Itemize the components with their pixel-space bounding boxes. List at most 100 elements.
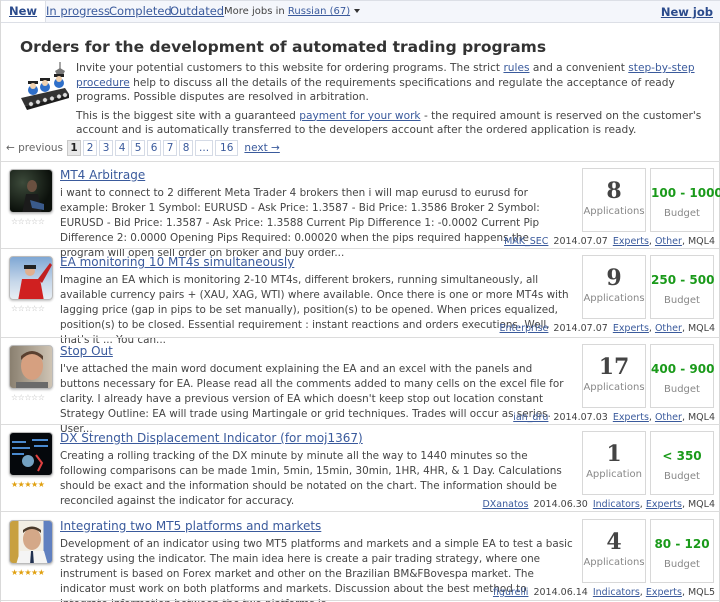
payment-for-your-work-link[interactable]: payment for your work [299,110,420,122]
author-link[interactable]: DXanatos [482,499,528,510]
job-row: ★★★★★ Integrating two MT5 platforms and … [1,514,720,602]
author-link[interactable]: figurelli [493,587,529,598]
job-row: ★★★★★ DX Strength Displacement Indicator… [1,426,720,512]
avatar[interactable] [9,432,53,476]
tab-new-link[interactable]: New [9,4,37,18]
intro-text-segment: help to discuss all the details of the r… [76,76,675,104]
platform-label: MQL5 [687,587,715,598]
page-3[interactable]: 3 [99,140,114,156]
applications-count: 9 [606,265,622,291]
more-jobs-dropdown[interactable]: More jobs in Russian (67) [224,6,361,17]
applications-label: Applications [583,206,645,217]
budget-value: 100 - 1000 [651,186,720,200]
divider [1,511,720,512]
applications-label: Application [586,469,642,480]
applications-label: Applications [583,557,645,568]
pagination: ← previous 1 2 3 4 5 6 7 8 ... 16 next → [6,140,280,156]
tab-bar: New In progress Completed Outdated More … [1,0,720,23]
intro-paragraph-2: This is the biggest site with a guarante… [76,109,716,138]
divider [1,600,720,601]
tab-new[interactable]: New [1,1,47,22]
budget-box: < 350 Budget [650,431,714,495]
job-title-link[interactable]: Integrating two MT5 platforms and market… [60,519,321,533]
category-link[interactable]: Experts [613,323,649,334]
tab-in-progress-link[interactable]: In progress [46,4,110,18]
job-meta: ian_dru 2014.07.03 Experts, Other, MQL4 [513,412,715,423]
divider [1,424,720,425]
rating-stars: ☆☆☆☆☆ [11,304,45,313]
job-title-link[interactable]: EA monitoring 10 MT4s simultaneously [60,255,294,269]
category-link[interactable]: Indicators [593,587,640,598]
job-meta: MAK_SEC 2014.07.07 Experts, Other, MQL4 [504,236,715,247]
tab-outdated-link[interactable]: Outdated [170,4,224,18]
job-title-link[interactable]: MT4 Arbitrage [60,168,145,182]
page-4[interactable]: 4 [115,140,130,156]
page-ellipsis[interactable]: ... [195,140,214,156]
intro-paragraph-1: Invite your potential customers to this … [76,61,716,105]
platform-label: MQL4 [687,236,715,247]
page-2[interactable]: 2 [83,140,98,156]
chevron-down-icon[interactable] [354,9,361,13]
rules-link[interactable]: rules [503,62,529,74]
divider [1,248,720,249]
page-5[interactable]: 5 [131,140,146,156]
budget-box: 250 - 500 Budget [650,255,714,319]
avatar[interactable] [9,345,53,389]
intro-text-segment: Invite your potential customers to this … [76,62,504,74]
job-row: ☆☆☆☆☆ Stop Out I've attached the main wo… [1,339,720,435]
budget-value: 80 - 120 [654,537,710,551]
new-job-button[interactable]: New job [661,5,713,19]
page-7[interactable]: 7 [163,140,178,156]
page-title: Orders for the development of automated … [20,38,547,56]
tab-completed-link[interactable]: Completed [109,4,172,18]
more-jobs-russian-link[interactable]: Russian (67) [288,6,350,17]
platform-label: MQL4 [687,499,715,510]
job-date: 2014.06.14 [533,587,588,598]
category-link[interactable]: Indicators [593,499,640,510]
rating-stars: ★★★★★ [11,568,45,577]
applications-box: 9 Applications [582,255,646,319]
applications-box: 1 Application [582,431,646,495]
tab-in-progress[interactable]: In progress [46,4,110,18]
page-6[interactable]: 6 [147,140,162,156]
applications-count: 4 [606,529,622,555]
category-link[interactable]: Experts [613,412,649,423]
author-link[interactable]: Enterprise [500,323,549,334]
job-row: ☆☆☆☆☆ MT4 Arbitrage i want to connect to… [1,163,720,259]
budget-value: < 350 [662,449,702,463]
category-link[interactable]: Experts [646,587,682,598]
previous-page-link[interactable]: ← previous [6,142,63,154]
job-date: 2014.07.07 [553,323,608,334]
applications-box: 8 Applications [582,168,646,232]
budget-label: Budget [664,384,700,395]
tab-outdated[interactable]: Outdated [170,4,224,18]
avatar[interactable] [9,520,53,564]
more-jobs-prefix: More jobs in [224,6,288,17]
job-meta: Enterprise 2014.07.07 Experts, Other, MQL4 [499,323,715,334]
job-title-link[interactable]: DX Strength Displacement Indicator (for … [60,431,363,445]
avatar[interactable] [9,169,53,213]
category-link[interactable]: Experts [646,499,682,510]
intro-text-segment: This is the biggest site with a guarante… [76,109,300,122]
category-link[interactable]: Experts [613,236,649,247]
author-link[interactable]: MAK_SEC [504,236,548,247]
divider [1,337,720,338]
page-16[interactable]: 16 [215,140,239,156]
job-date: 2014.07.07 [553,236,608,247]
tab-completed[interactable]: Completed [109,4,172,18]
avatar[interactable] [9,256,53,300]
author-link[interactable]: ian_dru [513,412,548,423]
category-link[interactable]: Other [655,323,682,334]
category-link[interactable]: Other [655,412,682,423]
category-link[interactable]: Other [655,236,682,247]
next-page-link[interactable]: next → [244,142,279,154]
divider [1,161,720,162]
job-row: ☆☆☆☆☆ EA monitoring 10 MT4s simultaneous… [1,250,720,346]
budget-label: Budget [664,559,700,570]
new-job-link[interactable]: New job [661,5,713,19]
job-title-link[interactable]: Stop Out [60,344,113,358]
platform-label: MQL4 [687,412,715,423]
page-8[interactable]: 8 [179,140,194,156]
budget-label: Budget [664,208,700,219]
page-1[interactable]: 1 [67,140,82,156]
